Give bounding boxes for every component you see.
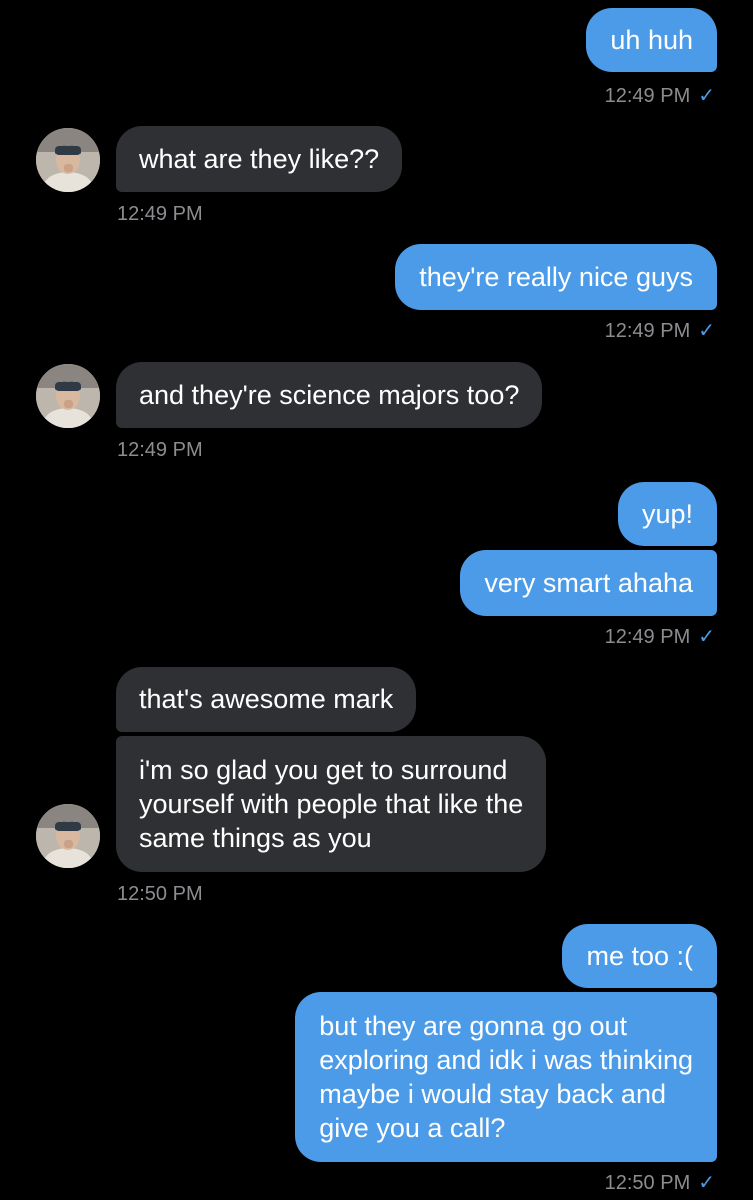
message-timestamp: 12:50 PM [117,882,203,906]
message-timestamp: 12:49 PM ✓ [605,319,715,343]
timestamp-text: 12:49 PM [604,85,691,107]
checkmark-icon: ✓ [698,626,715,648]
message-bubble-outgoing[interactable]: they're really nice guys [395,244,717,310]
message-bubble-incoming[interactable]: what are they like?? [116,126,403,192]
message-timestamp: 12:49 PM ✓ [605,84,715,108]
message-bubble-outgoing[interactable]: me too :( [562,924,717,988]
message-bubble-outgoing[interactable]: yup! [617,482,717,546]
message-text: me too :( [586,941,693,971]
message-text: very smart ahaha [484,568,693,598]
checkmark-icon: ✓ [698,1172,715,1194]
timestamp-text: 12:50 PM [117,883,203,905]
contact-avatar-image [36,128,100,192]
message-text: and they're science majors too? [139,380,520,410]
timestamp-text: 12:49 PM [117,439,203,461]
message-bubble-incoming[interactable]: that's awesome mark [116,667,417,732]
contact-avatar-image [36,364,100,428]
message-timestamp: 12:49 PM [117,202,203,226]
message-text: that's awesome mark [139,684,394,714]
checkmark-icon: ✓ [698,85,715,107]
checkmark-icon: ✓ [698,320,715,342]
contact-avatar-image [36,804,100,868]
message-bubble-outgoing[interactable]: but they are gonna go out exploring and … [295,992,717,1162]
message-text: but they are gonna go out exploring and … [319,1011,693,1143]
timestamp-text: 12:49 PM [604,626,691,648]
message-bubble-outgoing[interactable]: very smart ahaha [460,550,717,616]
message-text: what are they like?? [139,144,380,174]
message-bubble-incoming[interactable]: and they're science majors too? [116,362,543,428]
contact-avatar[interactable] [36,128,100,192]
contact-avatar[interactable] [36,364,100,428]
message-timestamp: 12:50 PM ✓ [605,1171,715,1195]
contact-avatar[interactable] [36,804,100,868]
message-text: yup! [641,499,693,529]
message-bubble-incoming[interactable]: i'm so glad you get to surround yourself… [116,736,547,872]
message-timestamp: 12:49 PM ✓ [605,625,715,649]
timestamp-text: 12:50 PM [604,1172,691,1194]
timestamp-text: 12:49 PM [117,203,203,225]
message-text: uh huh [610,25,693,55]
timestamp-text: 12:49 PM [604,320,691,342]
message-timestamp: 12:49 PM [117,438,203,462]
message-bubble-outgoing[interactable]: uh huh [586,8,717,72]
message-text: they're really nice guys [419,262,693,292]
message-text: i'm so glad you get to surround yourself… [139,755,524,853]
